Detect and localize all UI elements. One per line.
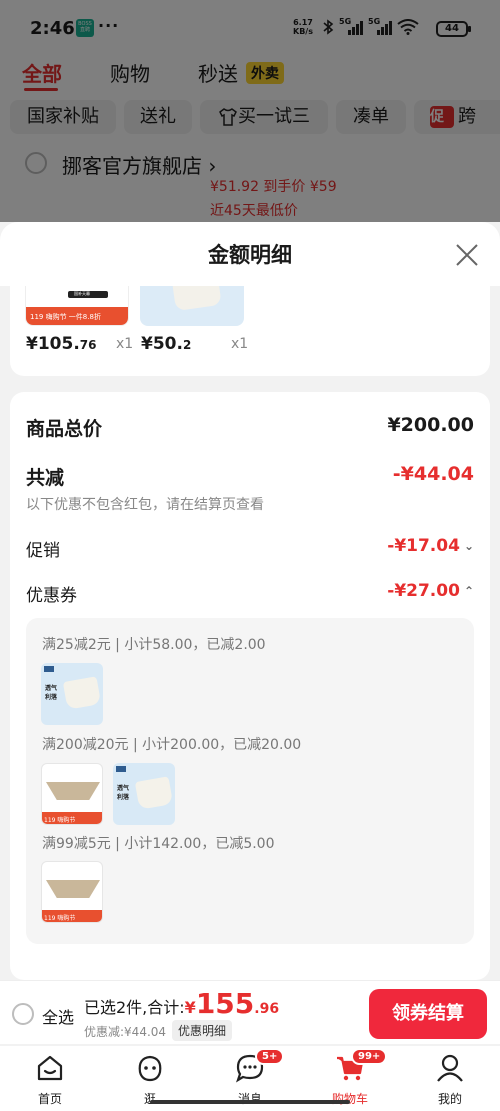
home-indicator	[150, 1100, 350, 1104]
coupon-product-thumb-tee[interactable]: 透气 利落	[41, 663, 103, 725]
promo-value: -¥17.04	[387, 536, 460, 556]
product-thumb-caption: 119 嗨购节 一件8.8折	[30, 313, 101, 321]
product-price-1: ¥105.76	[26, 334, 97, 354]
nav-label: 消息	[237, 1092, 262, 1106]
coupon-value: -¥27.00	[387, 581, 460, 601]
modal-backdrop[interactable]	[0, 0, 500, 222]
checkout-button[interactable]: 领券结算	[369, 989, 487, 1039]
nav-item-home[interactable]: 首页	[15, 1052, 85, 1107]
close-icon[interactable]	[454, 242, 480, 268]
nav-item-browse[interactable]: 逛	[115, 1052, 185, 1107]
promo-row-toggle[interactable]: -¥17.04 ⌄	[387, 536, 474, 556]
coupon-row-toggle[interactable]: -¥27.00 ⌃	[387, 581, 474, 601]
coupon-product-thumb-tent[interactable]: 119 嗨购节	[41, 763, 103, 825]
sheet-header: 金额明细	[0, 222, 500, 286]
checkout-bar: 全选 已选2件,合计:¥155.96 优惠减:¥44.04 优惠明细 领券结算	[0, 980, 500, 1044]
coupon-product-thumb-tee[interactable]: 透气 利落	[113, 763, 175, 825]
thumb-text: 透气 利落	[45, 685, 58, 701]
discount-amount: 优惠减:¥44.04	[84, 1025, 167, 1039]
product-thumb-tee[interactable]	[140, 286, 244, 326]
total-label: 商品总价	[26, 418, 103, 440]
product-price-2: ¥50.2	[141, 334, 192, 354]
nav-label: 逛	[143, 1092, 156, 1106]
profile-icon	[437, 1054, 463, 1082]
nav-item-cart[interactable]: 购物车 99+	[315, 1048, 388, 1107]
selected-summary: 已选2件,合计:¥155.96	[84, 987, 280, 1020]
total-value: ¥200.00	[387, 414, 474, 436]
nav-label: 我的	[437, 1092, 462, 1106]
home-icon	[37, 1055, 63, 1081]
chevron-down-icon: ⌄	[463, 539, 474, 553]
coupon-rule-1: 满25减2元 | 小计58.00，已减2.00	[42, 637, 266, 653]
coupon-breakdown: 满25减2元 | 小计58.00，已减2.00 透气 利落 满200减20元 |…	[26, 618, 474, 944]
amount-detail-card: 商品总价 ¥200.00 共减 -¥44.04 以下优惠不包含红包，请在结算页查…	[10, 392, 490, 980]
coupon-label: 优惠券	[26, 586, 77, 606]
nav-label: 首页	[37, 1092, 62, 1106]
coupon-rule-3: 满99减5元 | 小计142.00，已减5.00	[42, 836, 275, 852]
nav-item-messages[interactable]: 消息 5+	[215, 1048, 285, 1107]
promo-label: 促销	[26, 541, 60, 561]
nav-label: 购物车	[331, 1092, 368, 1106]
coupon-product-thumb-tent[interactable]: 119 嗨购节	[41, 861, 103, 923]
thumb-text: 透气 利落	[117, 785, 130, 801]
coupon-rule-2: 满200减20元 | 小计200.00，已减20.00	[42, 737, 302, 753]
product-thumb-tent[interactable]: 国补天幕 119 嗨购节 一件8.8折	[25, 286, 129, 326]
cart-badge: 99+	[351, 1048, 388, 1065]
browse-icon	[138, 1055, 162, 1082]
nav-item-profile[interactable]: 我的	[415, 1052, 485, 1107]
thumb-text: 119 嗨购节	[44, 817, 76, 824]
sheet-title: 金额明细	[208, 243, 292, 267]
reduce-label: 共减	[26, 467, 65, 489]
message-badge: 5+	[255, 1048, 285, 1065]
product-qty-1: x1	[116, 336, 134, 352]
select-all-radio[interactable]	[12, 1003, 34, 1025]
thumb-text: 119 嗨购节	[44, 915, 76, 922]
reduce-value: -¥44.04	[392, 463, 474, 485]
product-thumb-label: 国补天幕	[74, 291, 90, 296]
product-qty-2: x1	[231, 336, 249, 352]
amount-detail-sheet: 金额明细 国补天幕 119 嗨购节 一件8.8折 ¥105.76 x1 ¥50.…	[0, 222, 500, 1111]
products-card: 国补天幕 119 嗨购节 一件8.8折 ¥105.76 x1 ¥50.2 x1	[10, 286, 490, 376]
select-all-label[interactable]: 全选	[42, 1004, 74, 1028]
discount-note: 以下优惠不包含红包，请在结算页查看	[26, 497, 264, 513]
discount-detail-button[interactable]: 优惠明细	[172, 1020, 233, 1041]
total-amount: 155	[195, 987, 255, 1020]
chevron-up-icon: ⌃	[463, 584, 474, 598]
